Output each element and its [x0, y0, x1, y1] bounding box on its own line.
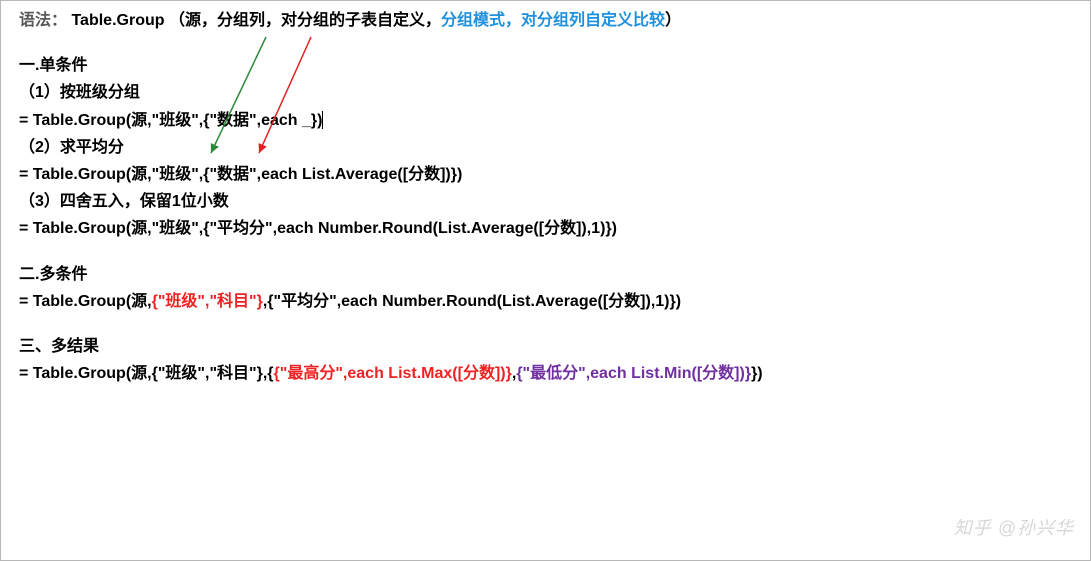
- code-pre: = Table.Group(源,{"班级","科目"},{: [19, 365, 274, 382]
- syntax-arg5: 对分组列自定义比较: [521, 12, 665, 29]
- syntax-arg4: 分组模式，: [441, 12, 521, 29]
- section1-p1: （1）按班级分组: [19, 83, 1072, 102]
- watermark: 知乎 @孙兴华: [954, 514, 1074, 540]
- syntax-arg3: 对分组的子表自定义，: [281, 12, 441, 29]
- code-text: = Table.Group(源,"班级",{"数据",each _}): [19, 112, 322, 129]
- syntax-label: 语法：: [19, 12, 67, 29]
- code-post: ,{"平均分",each Number.Round(List.Average([…: [263, 293, 681, 310]
- code-post: }): [751, 365, 763, 382]
- section1-p2: （2）求平均分: [19, 138, 1072, 157]
- section1-title: 一.单条件: [19, 56, 1072, 75]
- section1-code2: = Table.Group(源,"班级",{"数据",each List.Ave…: [19, 165, 1072, 184]
- syntax-close: ）: [665, 12, 681, 29]
- syntax-arg2: 分组列，: [217, 12, 281, 29]
- section3-code: = Table.Group(源,{"班级","科目"},{{"最高分",each…: [19, 364, 1072, 383]
- syntax-line: 语法： Table.Group （源，分组列，对分组的子表自定义，分组模式，对分…: [19, 11, 1072, 30]
- section1-p3: （3）四舍五入，保留1位小数: [19, 192, 1072, 211]
- section3-title: 三、多结果: [19, 337, 1072, 356]
- text-cursor: [322, 111, 323, 129]
- syntax-arg1: 源，: [185, 12, 217, 29]
- code-red: {"最高分",each List.Max([分数])}: [274, 365, 512, 382]
- syntax-func: Table.Group: [71, 12, 164, 29]
- code-purple: {"最低分",each List.Min([分数])}: [516, 365, 751, 382]
- section2-title: 二.多条件: [19, 265, 1072, 284]
- section2-code: = Table.Group(源,{"班级","科目"},{"平均分",each …: [19, 292, 1072, 311]
- document-page: 语法： Table.Group （源，分组列，对分组的子表自定义，分组模式，对分…: [0, 0, 1091, 561]
- section1-code1: = Table.Group(源,"班级",{"数据",each _}): [19, 111, 1072, 130]
- syntax-open: （: [169, 12, 185, 29]
- section1-code3: = Table.Group(源,"班级",{"平均分",each Number.…: [19, 219, 1072, 238]
- code-pre: = Table.Group(源,: [19, 293, 152, 310]
- code-red: {"班级","科目"}: [152, 293, 263, 310]
